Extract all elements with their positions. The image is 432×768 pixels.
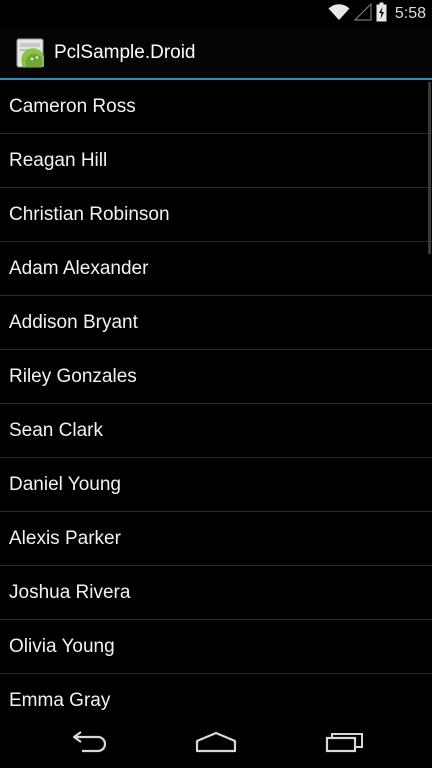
battery-charging-icon bbox=[376, 2, 387, 26]
app-title: PclSample.Droid bbox=[54, 42, 196, 63]
list-item-label: Daniel Young bbox=[9, 473, 121, 495]
android-app-icon[interactable] bbox=[16, 38, 46, 68]
list-item[interactable]: Alexis Parker bbox=[0, 512, 432, 566]
list-item-label: Olivia Young bbox=[9, 635, 115, 657]
list-item-label: Adam Alexander bbox=[9, 257, 149, 279]
list-item[interactable]: Olivia Young bbox=[0, 620, 432, 674]
list-item-label: Addison Bryant bbox=[9, 311, 138, 333]
action-bar: PclSample.Droid bbox=[0, 28, 432, 78]
signal-icon bbox=[353, 2, 372, 25]
home-icon bbox=[195, 731, 237, 757]
list-item[interactable]: Daniel Young bbox=[0, 458, 432, 512]
list-item-label: Cameron Ross bbox=[9, 95, 136, 117]
list-item[interactable]: Emma Gray bbox=[0, 674, 432, 720]
wifi-icon bbox=[328, 3, 350, 25]
list-item[interactable]: Riley Gonzales bbox=[0, 350, 432, 404]
list-item-label: Emma Gray bbox=[9, 689, 111, 711]
list-item-label: Alexis Parker bbox=[9, 527, 121, 549]
back-button[interactable] bbox=[58, 720, 118, 768]
list-item-label: Reagan Hill bbox=[9, 149, 108, 171]
list-item[interactable]: Sean Clark bbox=[0, 404, 432, 458]
recent-apps-button[interactable] bbox=[315, 720, 375, 768]
list-item[interactable]: Cameron Ross bbox=[0, 80, 432, 134]
list-item[interactable]: Reagan Hill bbox=[0, 134, 432, 188]
list-item[interactable]: Addison Bryant bbox=[0, 296, 432, 350]
list-item-label: Christian Robinson bbox=[9, 203, 170, 225]
list-item-label: Riley Gonzales bbox=[9, 365, 137, 387]
status-bar: 5:58 bbox=[0, 0, 432, 28]
scrollbar-thumb[interactable] bbox=[428, 82, 431, 254]
status-time: 5:58 bbox=[394, 5, 426, 22]
status-icons: 5:58 bbox=[328, 0, 426, 28]
home-button[interactable] bbox=[186, 720, 246, 768]
list-item[interactable]: Joshua Rivera bbox=[0, 566, 432, 620]
list-item[interactable]: Christian Robinson bbox=[0, 188, 432, 242]
navigation-bar bbox=[0, 720, 432, 768]
back-icon bbox=[68, 731, 108, 757]
names-list[interactable]: Cameron Ross Reagan Hill Christian Robin… bbox=[0, 80, 432, 720]
list-item-label: Joshua Rivera bbox=[9, 581, 131, 603]
recent-apps-icon bbox=[325, 731, 365, 757]
list-item[interactable]: Adam Alexander bbox=[0, 242, 432, 296]
list-item-label: Sean Clark bbox=[9, 419, 103, 441]
